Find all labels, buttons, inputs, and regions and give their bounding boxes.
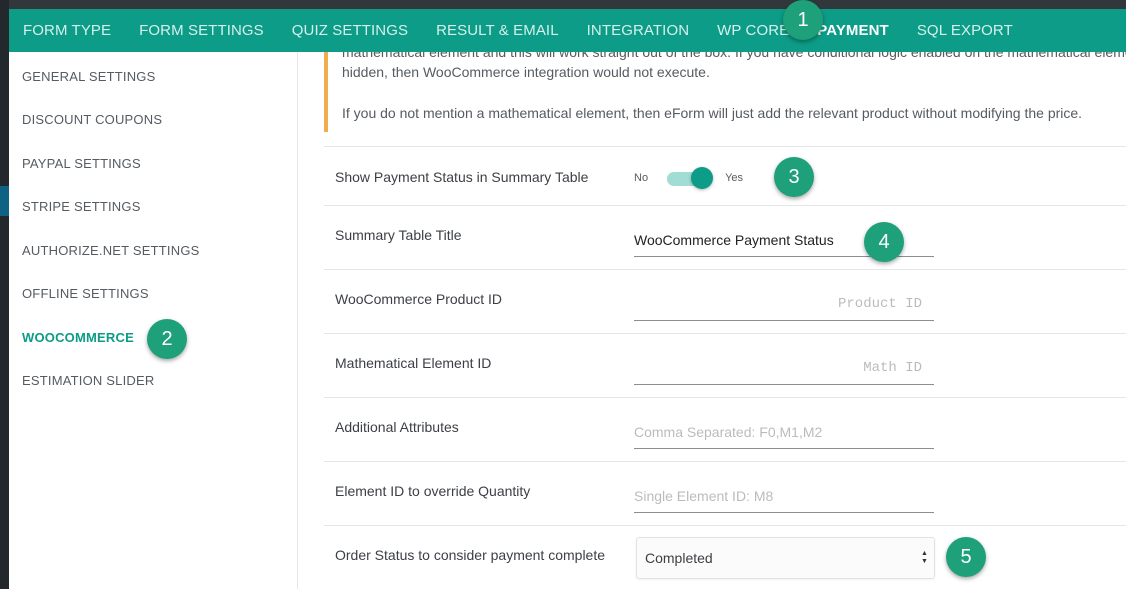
override-quantity-label: Element ID to override Quantity: [335, 483, 531, 499]
submenu-paypal-settings[interactable]: PAYPAL SETTINGS: [22, 156, 141, 171]
order-status-label: Order Status to consider payment complet…: [335, 547, 606, 563]
override-quantity-input[interactable]: [634, 479, 934, 513]
tab-sql-export[interactable]: SQL EXPORT: [917, 22, 1013, 39]
row-summary-table-title: Summary Table Title: [324, 205, 1126, 269]
settings-tab-bar: FORM TYPE FORM SETTINGS QUIZ SETTINGS RE…: [9, 9, 1126, 52]
admin-menu-highlight: [0, 186, 9, 216]
tab-form-settings[interactable]: FORM SETTINGS: [139, 22, 264, 39]
tab-integration[interactable]: INTEGRATION: [587, 22, 690, 39]
notice-line-2: hidden, then WooCommerce integration wou…: [342, 64, 710, 80]
admin-sidebar-frame: [0, 0, 9, 589]
product-id-label: WooCommerce Product ID: [335, 291, 503, 307]
row-additional-attributes: Additional Attributes: [324, 397, 1126, 461]
submenu-general-settings[interactable]: GENERAL SETTINGS: [22, 69, 155, 84]
callout-marker-3: 3: [774, 157, 814, 197]
show-payment-status-label: Show Payment Status in Summary Table: [335, 169, 589, 185]
tab-wp-core[interactable]: WP CORE: [717, 22, 789, 39]
additional-attributes-input[interactable]: [634, 415, 934, 449]
submenu-offline-settings[interactable]: OFFLINE SETTINGS: [22, 286, 149, 301]
tab-payment[interactable]: PAYMENT: [817, 22, 889, 39]
submenu-estimation-slider[interactable]: ESTIMATION SLIDER: [22, 373, 154, 388]
additional-attributes-label: Additional Attributes: [335, 419, 459, 435]
tab-quiz-settings[interactable]: QUIZ SETTINGS: [292, 22, 408, 39]
submenu-discount-coupons[interactable]: DISCOUNT COUPONS: [22, 112, 162, 127]
tab-result-email[interactable]: RESULT & EMAIL: [436, 22, 559, 39]
row-show-payment-status: Show Payment Status in Summary Table No …: [324, 146, 1126, 205]
toggle-no-label: No: [634, 172, 649, 184]
callout-marker-4: 4: [864, 222, 904, 262]
toggle-yes-label: Yes: [725, 172, 744, 184]
submenu-stripe-settings[interactable]: STRIPE SETTINGS: [22, 199, 141, 214]
notice-line-3: If you do not mention a mathematical ele…: [342, 105, 1083, 121]
toggle-knob[interactable]: [691, 167, 714, 189]
info-notice: mathematical element and this will work …: [324, 52, 1126, 132]
row-order-status: Order Status to consider payment complet…: [324, 525, 1126, 589]
tab-form-type[interactable]: FORM TYPE: [23, 22, 111, 39]
submenu-woocommerce[interactable]: WOOCOMMERCE: [22, 330, 134, 345]
select-updown-icon: ▲ ▼: [921, 550, 928, 565]
callout-marker-1: 1: [783, 0, 823, 40]
row-product-id: WooCommerce Product ID: [324, 269, 1126, 333]
row-override-quantity: Element ID to override Quantity: [324, 461, 1126, 525]
order-status-select[interactable]: Completed ▲ ▼: [636, 537, 935, 579]
payment-submenu: GENERAL SETTINGS DISCOUNT COUPONS PAYPAL…: [9, 52, 298, 589]
order-status-value: Completed: [645, 550, 713, 566]
payment-status-toggle-group: No Yes: [634, 166, 743, 190]
callout-marker-2: 2: [147, 319, 187, 359]
admin-top-frame: [0, 0, 1126, 9]
woocommerce-settings-panel: mathematical element and this will work …: [298, 52, 1126, 589]
row-math-element-id: Mathematical Element ID: [324, 333, 1126, 397]
summary-table-title-label: Summary Table Title: [335, 227, 462, 243]
callout-marker-5: 5: [946, 537, 986, 577]
product-id-input[interactable]: [634, 287, 934, 321]
math-element-id-input[interactable]: [634, 351, 934, 385]
submenu-authorize-net-settings[interactable]: AUTHORIZE.NET SETTINGS: [22, 243, 200, 258]
math-element-id-label: Mathematical Element ID: [335, 355, 492, 371]
payment-status-toggle[interactable]: [667, 167, 714, 189]
